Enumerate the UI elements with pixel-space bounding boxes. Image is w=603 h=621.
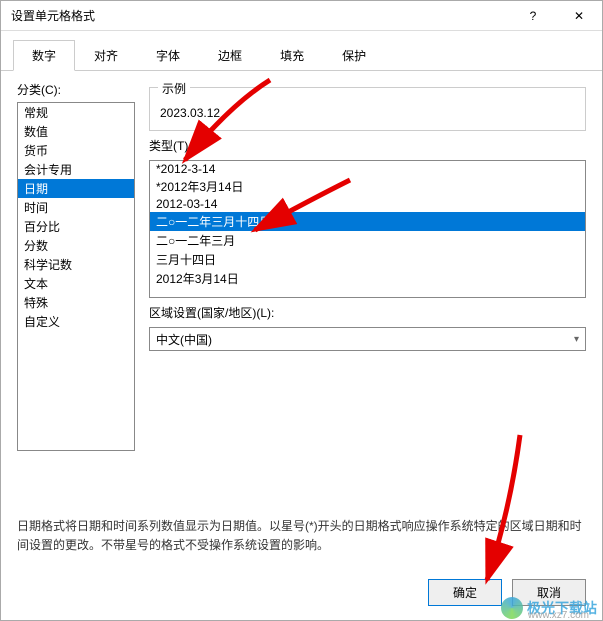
chevron-down-icon: ▾ xyxy=(574,334,579,345)
locale-select[interactable]: 中文(中国) ▾ xyxy=(149,327,586,351)
list-item[interactable]: 分数 xyxy=(18,236,134,255)
list-item[interactable]: 数值 xyxy=(18,122,134,141)
type-label: 类型(T): xyxy=(149,137,586,154)
category-column: 分类(C): 常规 数值 货币 会计专用 日期 时间 百分比 分数 科学记数 文… xyxy=(17,81,135,451)
list-item[interactable]: 三月十四日 xyxy=(150,250,585,269)
list-item[interactable]: 常规 xyxy=(18,103,134,122)
tab-number[interactable]: 数字 xyxy=(13,40,75,71)
list-item[interactable]: 自定义 xyxy=(18,312,134,331)
list-item[interactable]: 会计专用 xyxy=(18,160,134,179)
tab-font[interactable]: 字体 xyxy=(137,40,199,71)
category-list[interactable]: 常规 数值 货币 会计专用 日期 时间 百分比 分数 科学记数 文本 特殊 自定… xyxy=(17,102,135,451)
locale-label: 区域设置(国家/地区)(L): xyxy=(149,304,586,321)
list-item[interactable]: 2012-03-14 xyxy=(150,196,585,212)
list-item[interactable]: 特殊 xyxy=(18,293,134,312)
locale-value: 中文(中国) xyxy=(156,331,212,348)
example-box: 示例 2023.03.12 xyxy=(149,87,586,131)
footer: 确定 取消 xyxy=(1,565,602,620)
ok-button[interactable]: 确定 xyxy=(428,579,502,606)
tab-border[interactable]: 边框 xyxy=(199,40,261,71)
list-item[interactable]: 时间 xyxy=(18,198,134,217)
cancel-button[interactable]: 取消 xyxy=(512,579,586,606)
tab-alignment[interactable]: 对齐 xyxy=(75,40,137,71)
list-item[interactable]: 二○一二年三月十四日 xyxy=(150,212,585,231)
dialog-title: 设置单元格格式 xyxy=(11,7,95,24)
example-label: 示例 xyxy=(158,80,190,97)
tab-protect[interactable]: 保护 xyxy=(323,40,385,71)
close-icon: ✕ xyxy=(574,9,584,23)
tab-fill[interactable]: 填充 xyxy=(261,40,323,71)
list-item[interactable]: 2012年3月14日 xyxy=(150,269,585,288)
type-list[interactable]: *2012-3-14 *2012年3月14日 2012-03-14 二○一二年三… xyxy=(149,160,586,298)
description-text: 日期格式将日期和时间系列数值显示为日期值。以星号(*)开头的日期格式响应操作系统… xyxy=(1,507,602,565)
category-label: 分类(C): xyxy=(17,81,135,98)
detail-column: 示例 2023.03.12 类型(T): *2012-3-14 *2012年3月… xyxy=(149,81,586,451)
format-cells-dialog: 设置单元格格式 ? ✕ 数字 对齐 字体 边框 填充 保护 分类(C): 常规 … xyxy=(0,0,603,621)
tab-strip: 数字 对齐 字体 边框 填充 保护 xyxy=(1,31,602,71)
window-controls: ? ✕ xyxy=(510,1,602,30)
list-item[interactable]: *2012-3-14 xyxy=(150,161,585,177)
help-button[interactable]: ? xyxy=(510,1,556,30)
close-button[interactable]: ✕ xyxy=(556,1,602,30)
list-item[interactable]: *2012年3月14日 xyxy=(150,177,585,196)
list-item[interactable]: 二○一二年三月 xyxy=(150,231,585,250)
titlebar: 设置单元格格式 ? ✕ xyxy=(1,1,602,31)
list-item[interactable]: 货币 xyxy=(18,141,134,160)
list-item[interactable]: 科学记数 xyxy=(18,255,134,274)
question-icon: ? xyxy=(530,9,537,23)
list-item[interactable]: 文本 xyxy=(18,274,134,293)
list-item[interactable]: 百分比 xyxy=(18,217,134,236)
list-item[interactable]: 日期 xyxy=(18,179,134,198)
content-area: 分类(C): 常规 数值 货币 会计专用 日期 时间 百分比 分数 科学记数 文… xyxy=(1,71,602,507)
example-value: 2023.03.12 xyxy=(160,106,575,120)
